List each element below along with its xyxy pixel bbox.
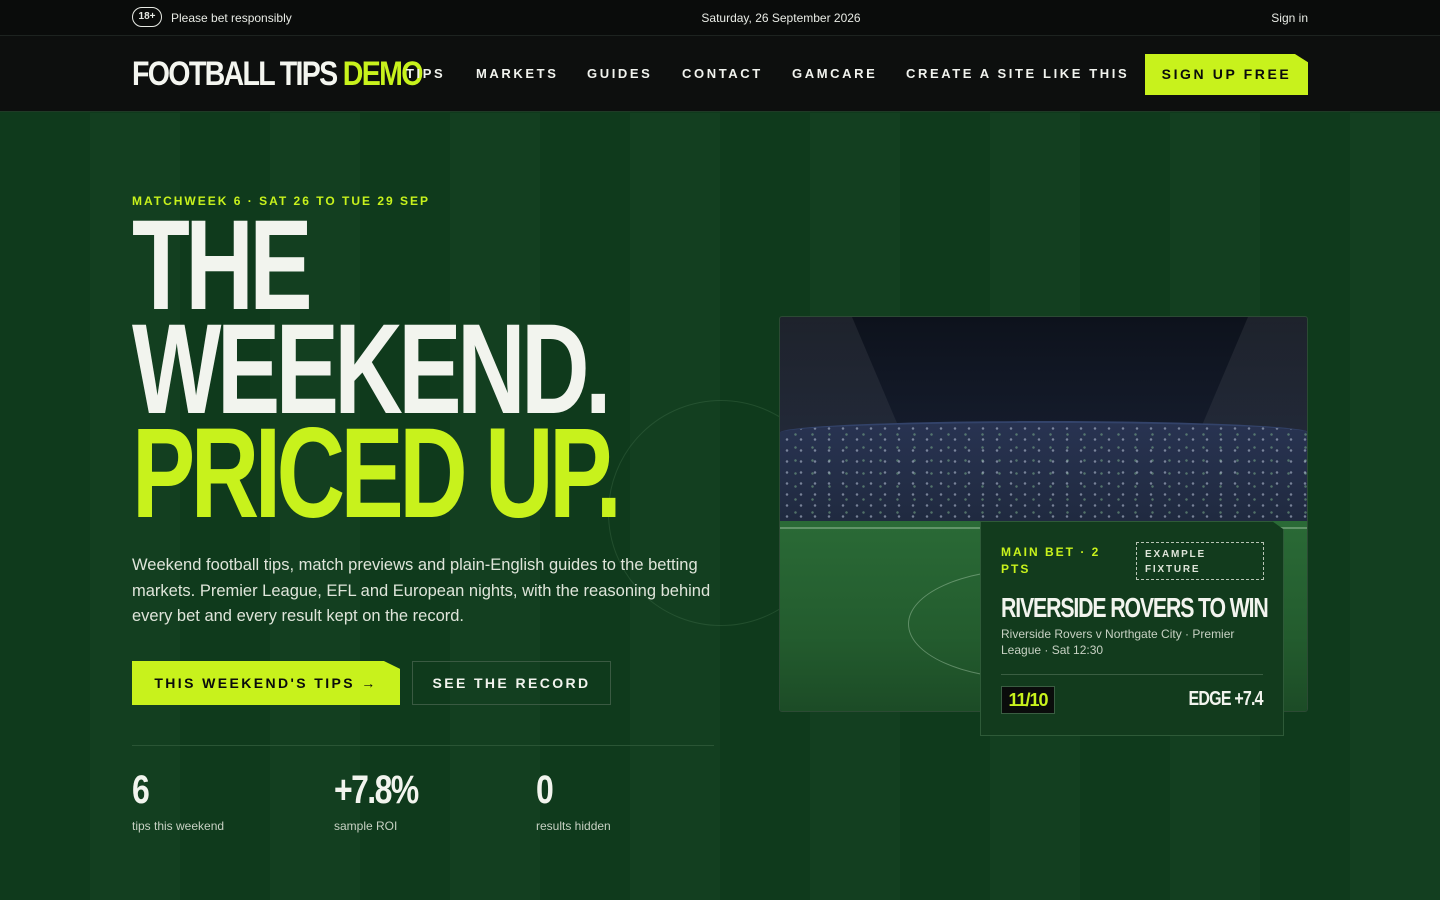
- fixture-details: Riverside Rovers v Northgate City · Prem…: [1001, 627, 1235, 657]
- current-date: Saturday, 26 September 2026: [701, 11, 861, 25]
- nav-gamcare[interactable]: GAMCARE: [792, 66, 877, 81]
- site-logo[interactable]: FOOTBALL TIPS DEMO: [132, 55, 423, 94]
- stats-divider: [132, 745, 714, 746]
- weekend-tips-button[interactable]: THIS WEEKEND'S TIPS →: [132, 661, 400, 705]
- nav-contact[interactable]: CONTACT: [682, 66, 763, 81]
- edge-value: EDGE +7.4: [1188, 688, 1264, 710]
- stat-tips-value: 6: [132, 768, 150, 812]
- nav-tips[interactable]: TIPS: [406, 66, 445, 81]
- bet-card-divider: [1001, 674, 1263, 675]
- see-record-button[interactable]: SEE THE RECORD: [412, 661, 611, 705]
- hero-lede: Weekend football tips, match previews an…: [132, 556, 711, 625]
- nav-markets[interactable]: MARKETS: [476, 66, 558, 81]
- example-fixture-badge: EXAMPLE FIXTURE: [1136, 542, 1264, 580]
- odds-badge: 11/10: [1001, 686, 1055, 714]
- bet-title: RIVERSIDE ROVERS TO WIN: [1001, 592, 1269, 623]
- nav-create-site[interactable]: CREATE A SITE LIKE THIS: [906, 66, 1129, 81]
- sign-in-link[interactable]: Sign in: [1271, 11, 1308, 25]
- stat-hidden-value: 0: [536, 768, 554, 812]
- site-header: FOOTBALL TIPS DEMO TIPS MARKETS GUIDES C…: [0, 36, 1440, 112]
- sign-up-button[interactable]: SIGN UP FREE: [1145, 54, 1308, 95]
- logo-main-text: FOOTBALL TIPS: [132, 55, 338, 93]
- stadium-crowd: [780, 421, 1307, 521]
- stat-tips-label: tips this weekend: [132, 819, 225, 833]
- top-bar: 18+ Please bet responsibly Saturday, 26 …: [0, 0, 1440, 36]
- stat-roi-label: sample ROI: [334, 819, 398, 833]
- main-bet-card[interactable]: MAIN BET · 2 PTS EXAMPLE FIXTURE RIVERSI…: [980, 521, 1284, 736]
- headline-line-3: PRICED UP.: [132, 402, 622, 545]
- nav-guides[interactable]: GUIDES: [587, 66, 652, 81]
- stat-roi-value: +7.8%: [334, 768, 419, 812]
- bet-tag: MAIN BET · 2 PTS: [1001, 545, 1101, 576]
- stat-hidden-label: results hidden: [536, 819, 611, 833]
